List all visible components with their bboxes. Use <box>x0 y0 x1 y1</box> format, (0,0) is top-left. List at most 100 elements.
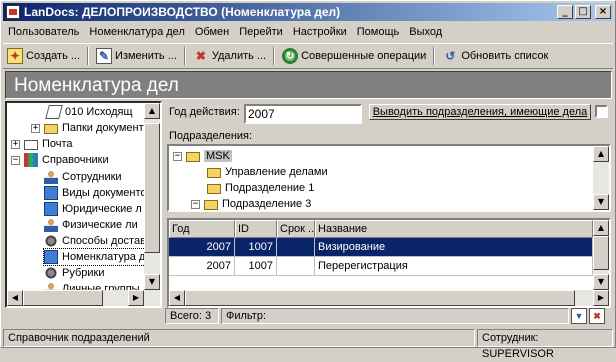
division-item-msk[interactable]: − MSK <box>173 148 232 164</box>
tree-item-mail[interactable]: + Почта <box>11 136 73 152</box>
page-title: Номенклатура дел <box>5 71 612 99</box>
completed-operations-button[interactable]: ↻ Совершенные операции <box>278 45 430 67</box>
tree-item-label: Юридические л <box>62 203 142 215</box>
menu-goto[interactable]: Перейти <box>234 26 288 38</box>
division-item[interactable]: − Подразделение 3 <box>191 196 311 210</box>
tree-item-legal-entities[interactable]: Юридические л <box>44 201 142 217</box>
division-label: Управление делами <box>225 166 328 178</box>
table-row[interactable]: 2007 1007 Перерегистрация <box>169 257 593 276</box>
operations-icon: ↻ <box>282 48 299 64</box>
tree-item-label: Рубрики <box>62 267 105 279</box>
minimize-button[interactable]: _ <box>557 5 573 19</box>
clear-filter-icon[interactable]: ✖ <box>589 308 605 324</box>
doc-icon <box>45 105 63 119</box>
show-divisions-with-cases-button[interactable]: Выводить подразделения, имеющие дела <box>369 104 591 120</box>
menu-bar: Пользователь Номенклатура дел Обмен Пере… <box>3 23 447 41</box>
tree-item-references[interactable]: − Справочники <box>11 152 109 168</box>
division-label: MSK <box>204 150 232 162</box>
filter-icon[interactable]: ▼ <box>571 308 587 324</box>
tree-item-delivery-methods[interactable]: Способы достав <box>44 233 146 249</box>
folder-icon <box>207 184 221 194</box>
menu-help[interactable]: Помощь <box>352 26 405 38</box>
scroll-up-icon[interactable]: ▲ <box>144 103 160 119</box>
scroll-thumb[interactable] <box>23 290 103 306</box>
tree-item-outgoing[interactable]: 010 Исходящ <box>45 104 133 120</box>
scroll-thumb[interactable] <box>593 236 609 270</box>
menu-nomenclature[interactable]: Номенклатура дел <box>84 26 189 38</box>
folder-icon <box>44 124 58 134</box>
scroll-right-icon[interactable]: ▶ <box>593 290 609 306</box>
collapse-toggle[interactable]: − <box>11 155 20 165</box>
scroll-right-icon[interactable]: ▶ <box>128 290 144 306</box>
cell-year: 2007 <box>169 238 235 257</box>
divisions-scrollbar[interactable]: ▲ ▼ <box>593 146 609 210</box>
grid-horizontal-scrollbar[interactable]: ◀ ▶ <box>169 290 609 306</box>
toolbar: ✦ Создать ... ✎ Изменить ... ✖ Удалить .… <box>3 43 613 69</box>
year-input[interactable]: 2007 <box>244 104 362 124</box>
tree-item-employees[interactable]: Сотрудники <box>44 169 122 185</box>
create-button[interactable]: ✦ Создать ... <box>3 45 84 67</box>
tree-item-individuals[interactable]: Физические ли <box>44 217 138 233</box>
grid-header: Год ID Срок ... Название <box>169 220 593 238</box>
scroll-thumb[interactable] <box>185 290 575 306</box>
division-item[interactable]: Подразделение 1 <box>207 180 314 196</box>
tree-structure-icon <box>44 266 58 280</box>
menu-user[interactable]: Пользователь <box>3 26 84 38</box>
tree-item-nomenclature[interactable]: Номенклатура д <box>42 248 147 266</box>
table-row[interactable]: 2007 1007 Визирование <box>169 238 593 257</box>
scroll-up-icon[interactable]: ▲ <box>593 220 609 236</box>
menu-settings[interactable]: Настройки <box>288 26 352 38</box>
edit-icon: ✎ <box>96 48 113 64</box>
column-header-term[interactable]: Срок ... <box>277 220 315 238</box>
column-header-year[interactable]: Год <box>169 220 235 238</box>
column-header-name[interactable]: Название <box>315 220 593 238</box>
show-divisions-checkbox[interactable] <box>595 105 608 118</box>
person-icon <box>44 170 58 184</box>
title-bar: LanDocs: ДЕЛОПРОИЗВОДСТВО (Номенклатура … <box>3 3 613 21</box>
expand-toggle[interactable]: + <box>31 123 40 133</box>
open-folder-icon <box>186 152 200 162</box>
app-icon <box>6 5 20 19</box>
create-icon: ✦ <box>7 48 23 64</box>
tree-horizontal-scrollbar[interactable]: ◀ ▶ <box>7 290 144 306</box>
menu-exchange[interactable]: Обмен <box>190 26 234 38</box>
expand-toggle[interactable]: + <box>11 139 20 149</box>
cell-name: Перерегистрация <box>315 257 593 276</box>
column-header-id[interactable]: ID <box>235 220 277 238</box>
cell-id: 1007 <box>235 238 277 257</box>
tree-vertical-scrollbar[interactable]: ▲ ▼ <box>144 103 160 306</box>
division-item[interactable]: Управление делами <box>207 164 328 180</box>
menu-exit[interactable]: Выход <box>404 26 447 38</box>
book-icon <box>44 186 58 200</box>
nomenclature-grid[interactable]: Год ID Срок ... Название 2007 1007 Визир… <box>167 218 611 308</box>
year-label: Год действия: <box>169 106 240 118</box>
total-count: Всего: 3 <box>165 308 219 324</box>
grid-vertical-scrollbar[interactable]: ▲ ▼ <box>593 220 609 290</box>
gear-icon <box>44 234 58 248</box>
scroll-down-icon[interactable]: ▼ <box>593 274 609 290</box>
scroll-left-icon[interactable]: ◀ <box>169 290 185 306</box>
scroll-down-icon[interactable]: ▼ <box>144 274 160 290</box>
scroll-thumb[interactable] <box>144 123 160 253</box>
tree-item-doc-types[interactable]: Виды документо <box>44 185 147 201</box>
close-button[interactable]: × <box>595 5 611 19</box>
window-title: LanDocs: ДЕЛОПРОИЗВОДСТВО (Номенклатура … <box>24 5 341 19</box>
tree-item-rubrics[interactable]: Рубрики <box>44 265 104 281</box>
main-window: LanDocs: ДЕЛОПРОИЗВОДСТВО (Номенклатура … <box>0 0 616 360</box>
tree-item-folders[interactable]: + Папки документ <box>31 120 144 136</box>
scroll-down-icon[interactable]: ▼ <box>593 194 609 210</box>
collapse-toggle[interactable]: − <box>173 151 182 161</box>
maximize-button[interactable]: □ <box>575 5 591 19</box>
refresh-button[interactable]: ↺ Обновить список <box>438 45 552 67</box>
cell-name: Визирование <box>315 238 593 257</box>
navigation-tree[interactable]: 010 Исходящ + Папки документ + Почта − С… <box>5 101 162 308</box>
collapse-toggle[interactable]: − <box>191 199 200 209</box>
tree-item-label: Сотрудники <box>62 171 122 183</box>
scroll-left-icon[interactable]: ◀ <box>7 290 23 306</box>
divisions-tree[interactable]: − MSK Управление делами Подразделение 1 … <box>167 144 611 212</box>
delete-button[interactable]: ✖ Удалить ... <box>189 45 270 67</box>
scroll-up-icon[interactable]: ▲ <box>593 146 609 162</box>
edit-button[interactable]: ✎ Изменить ... <box>92 45 181 67</box>
cell-term <box>277 257 315 276</box>
refresh-icon: ↺ <box>445 49 456 63</box>
